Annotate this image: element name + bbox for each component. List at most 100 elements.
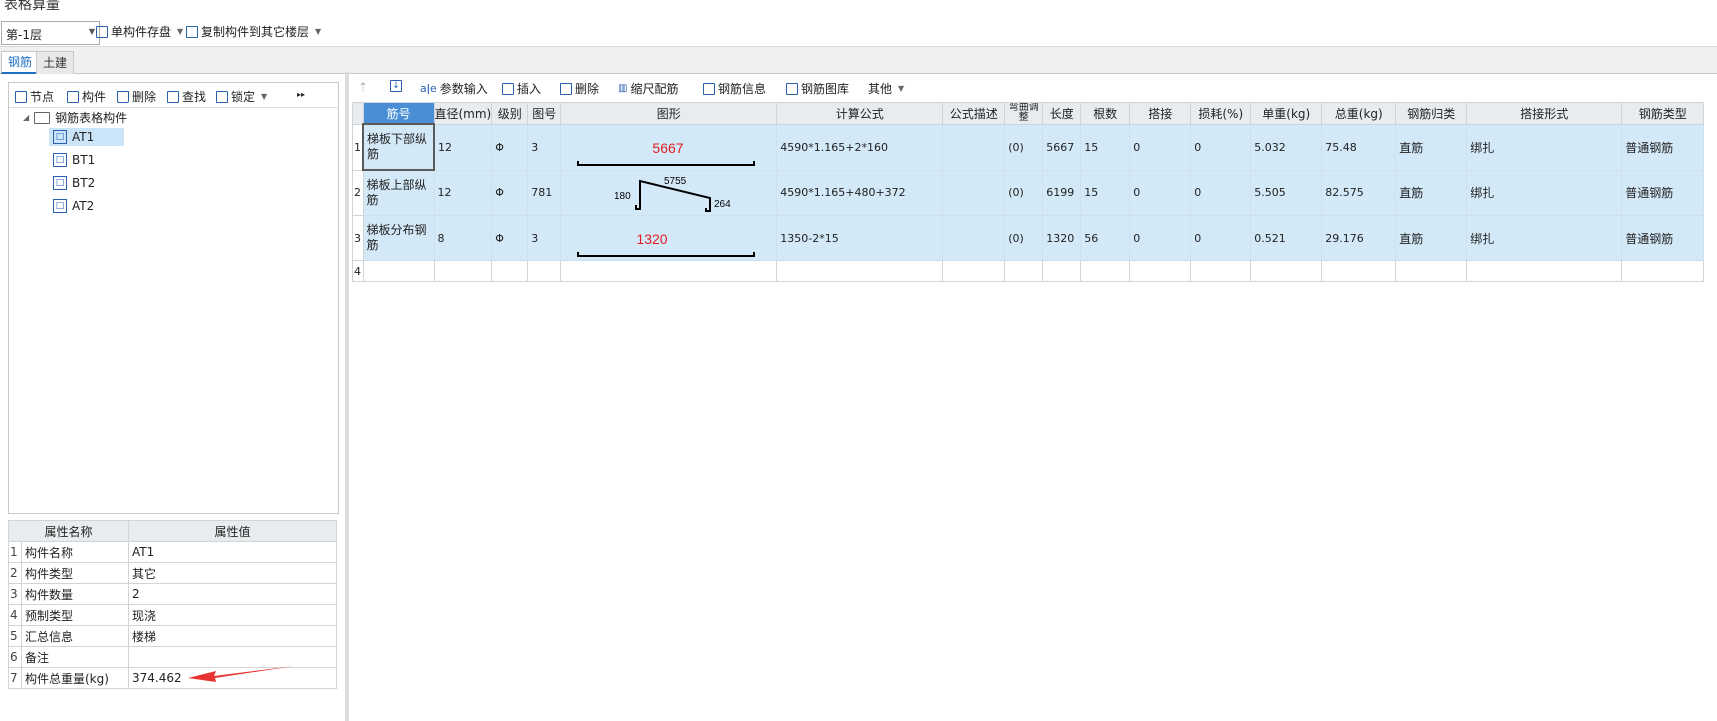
cell-rebar-type[interactable]: 普通钢筋 (1621, 215, 1705, 261)
empty-cell[interactable] (1395, 260, 1468, 282)
col-header-length[interactable]: 长度 (1042, 102, 1082, 125)
empty-cell[interactable] (362, 260, 435, 282)
cell-formula-desc[interactable] (942, 215, 1006, 261)
grid-row-empty[interactable]: 4 (352, 260, 1705, 282)
cell-bar-no[interactable]: 梯板上部纵筋 (362, 169, 435, 216)
panel-splitter[interactable] (345, 72, 349, 721)
tree-root[interactable]: ◢ 钢筋表格构件 (23, 109, 127, 126)
grid-row[interactable]: 1 梯板下部纵筋 12 Φ 3 5667 4590*1.165+2*160 (0… (352, 123, 1705, 171)
empty-cell[interactable] (1004, 260, 1044, 282)
cell-total-weight[interactable]: 29.176 (1321, 215, 1397, 261)
col-header-bend-adjust[interactable]: 弯曲调整 (1004, 102, 1044, 125)
empty-cell[interactable] (433, 260, 493, 282)
row-number[interactable]: 3 (352, 215, 364, 261)
cell-fig-no[interactable]: 781 (527, 169, 562, 216)
col-header-bar-no[interactable]: 筋号 (362, 102, 435, 125)
empty-cell[interactable] (1321, 260, 1397, 282)
cell-count[interactable]: 56 (1080, 215, 1131, 261)
cell-bend-adjust[interactable]: (0) (1004, 215, 1044, 261)
node-button[interactable]: 节点 (15, 88, 54, 105)
col-header-formula[interactable]: 计算公式 (776, 102, 944, 125)
cell-category[interactable]: 直筋 (1395, 123, 1468, 171)
prop-row[interactable]: 4 预制类型 现浇 (8, 604, 337, 626)
col-header-rebar-type[interactable]: 钢筋类型 (1621, 102, 1705, 125)
col-header-diameter[interactable]: 直径(mm) (433, 102, 493, 125)
cell-rebar-type[interactable]: 普通钢筋 (1621, 169, 1705, 216)
cell-loss[interactable]: 0 (1190, 169, 1252, 216)
cell-shape[interactable]: 5667 (560, 123, 778, 171)
empty-cell[interactable] (942, 260, 1006, 282)
cell-bar-no[interactable]: 梯板下部纵筋 (362, 123, 435, 171)
col-header-count[interactable]: 根数 (1080, 102, 1131, 125)
cell-count[interactable]: 15 (1080, 169, 1131, 216)
tab-civil[interactable]: 土建 (36, 51, 75, 74)
move-up-icon[interactable]: ⇡ (358, 80, 368, 94)
prop-row[interactable]: 5 汇总信息 楼梯 (8, 625, 337, 647)
cell-formula[interactable]: 1350-2*15 (776, 215, 944, 261)
component-button[interactable]: 构件 (67, 88, 106, 105)
cell-category[interactable]: 直筋 (1395, 215, 1468, 261)
empty-cell[interactable] (1190, 260, 1252, 282)
col-header-shape[interactable]: 图形 (560, 102, 778, 125)
tab-rebar[interactable]: 钢筋 (1, 51, 40, 74)
cell-formula-desc[interactable] (942, 123, 1006, 171)
col-header-lap-type[interactable]: 搭接形式 (1466, 102, 1623, 125)
tree-item-at1[interactable]: □ AT1 (49, 128, 125, 146)
col-header-formula-desc[interactable]: 公式描述 (942, 102, 1006, 125)
empty-cell[interactable] (1621, 260, 1705, 282)
prop-row[interactable]: 1 构件名称 AT1 (8, 541, 337, 563)
col-header-lap[interactable]: 搭接 (1129, 102, 1192, 125)
col-header-category[interactable]: 钢筋归类 (1395, 102, 1468, 125)
cell-bar-no[interactable]: 梯板分布钢筋 (362, 215, 435, 261)
cell-total-weight[interactable]: 82.575 (1321, 169, 1397, 216)
cell-formula[interactable]: 4590*1.165+480+372 (776, 169, 944, 216)
col-header-grade[interactable]: 级别 (491, 102, 529, 125)
cell-formula[interactable]: 4590*1.165+2*160 (776, 123, 944, 171)
prop-value[interactable]: 现浇 (128, 604, 337, 626)
empty-cell[interactable] (491, 260, 529, 282)
copy-component-button[interactable]: 复制构件到其它楼层 ▼ (186, 23, 321, 40)
cell-length[interactable]: 1320 (1042, 215, 1082, 261)
cell-fig-no[interactable]: 3 (527, 215, 562, 261)
empty-cell[interactable] (1466, 260, 1623, 282)
scale-rebar-button[interactable]: ▥ 缩尺配筋 (618, 80, 678, 97)
cell-fig-no[interactable]: 3 (527, 123, 562, 171)
find-button[interactable]: 查找 (167, 88, 206, 105)
tree-item-bt1[interactable]: □ BT1 (53, 153, 95, 167)
cell-bend-adjust[interactable]: (0) (1004, 169, 1044, 216)
cell-length[interactable]: 6199 (1042, 169, 1082, 216)
empty-cell[interactable] (527, 260, 562, 282)
floor-select[interactable]: 第-1层 ▼ (1, 21, 100, 45)
empty-cell[interactable] (1080, 260, 1131, 282)
prop-row[interactable]: 3 构件数量 2 (8, 583, 337, 605)
cell-shape[interactable]: 180 5755 264 (560, 169, 778, 216)
col-header-fig-no[interactable]: 图号 (527, 102, 562, 125)
move-down-icon[interactable]: ↓ (390, 80, 402, 92)
insert-button[interactable]: 插入 (502, 80, 541, 97)
cell-lap-type[interactable]: 绑扎 (1466, 169, 1623, 216)
row-number[interactable]: 1 (352, 123, 364, 171)
grid-row[interactable]: 3 梯板分布钢筋 8 Φ 3 1320 1350-2*15 (0) 1320 5… (352, 215, 1705, 261)
delete-component-button[interactable]: 删除 (117, 88, 156, 105)
cell-grade[interactable]: Φ (491, 123, 529, 171)
empty-cell[interactable] (560, 260, 778, 282)
cell-formula-desc[interactable] (942, 169, 1006, 216)
empty-cell[interactable] (1250, 260, 1323, 282)
empty-cell[interactable] (1129, 260, 1192, 282)
empty-cell[interactable] (1042, 260, 1082, 282)
empty-cell[interactable] (776, 260, 944, 282)
cell-diameter[interactable]: 12 (433, 123, 493, 171)
param-input-button[interactable]: aǀe 参数输入 (420, 80, 488, 97)
cell-shape[interactable]: 1320 (560, 215, 778, 261)
col-header-loss[interactable]: 损耗(%) (1190, 102, 1252, 125)
prop-value[interactable]: 其它 (128, 562, 337, 584)
col-header-total-weight[interactable]: 总重(kg) (1321, 102, 1397, 125)
cell-loss[interactable]: 0 (1190, 215, 1252, 261)
cell-unit-weight[interactable]: 5.032 (1250, 123, 1323, 171)
cell-loss[interactable]: 0 (1190, 123, 1252, 171)
prop-value[interactable]: AT1 (128, 541, 337, 563)
cell-length[interactable]: 5667 (1042, 123, 1082, 171)
cell-grade[interactable]: Φ (491, 169, 529, 216)
col-header-unit-weight[interactable]: 单重(kg) (1250, 102, 1323, 125)
prop-value[interactable]: 楼梯 (128, 625, 337, 647)
